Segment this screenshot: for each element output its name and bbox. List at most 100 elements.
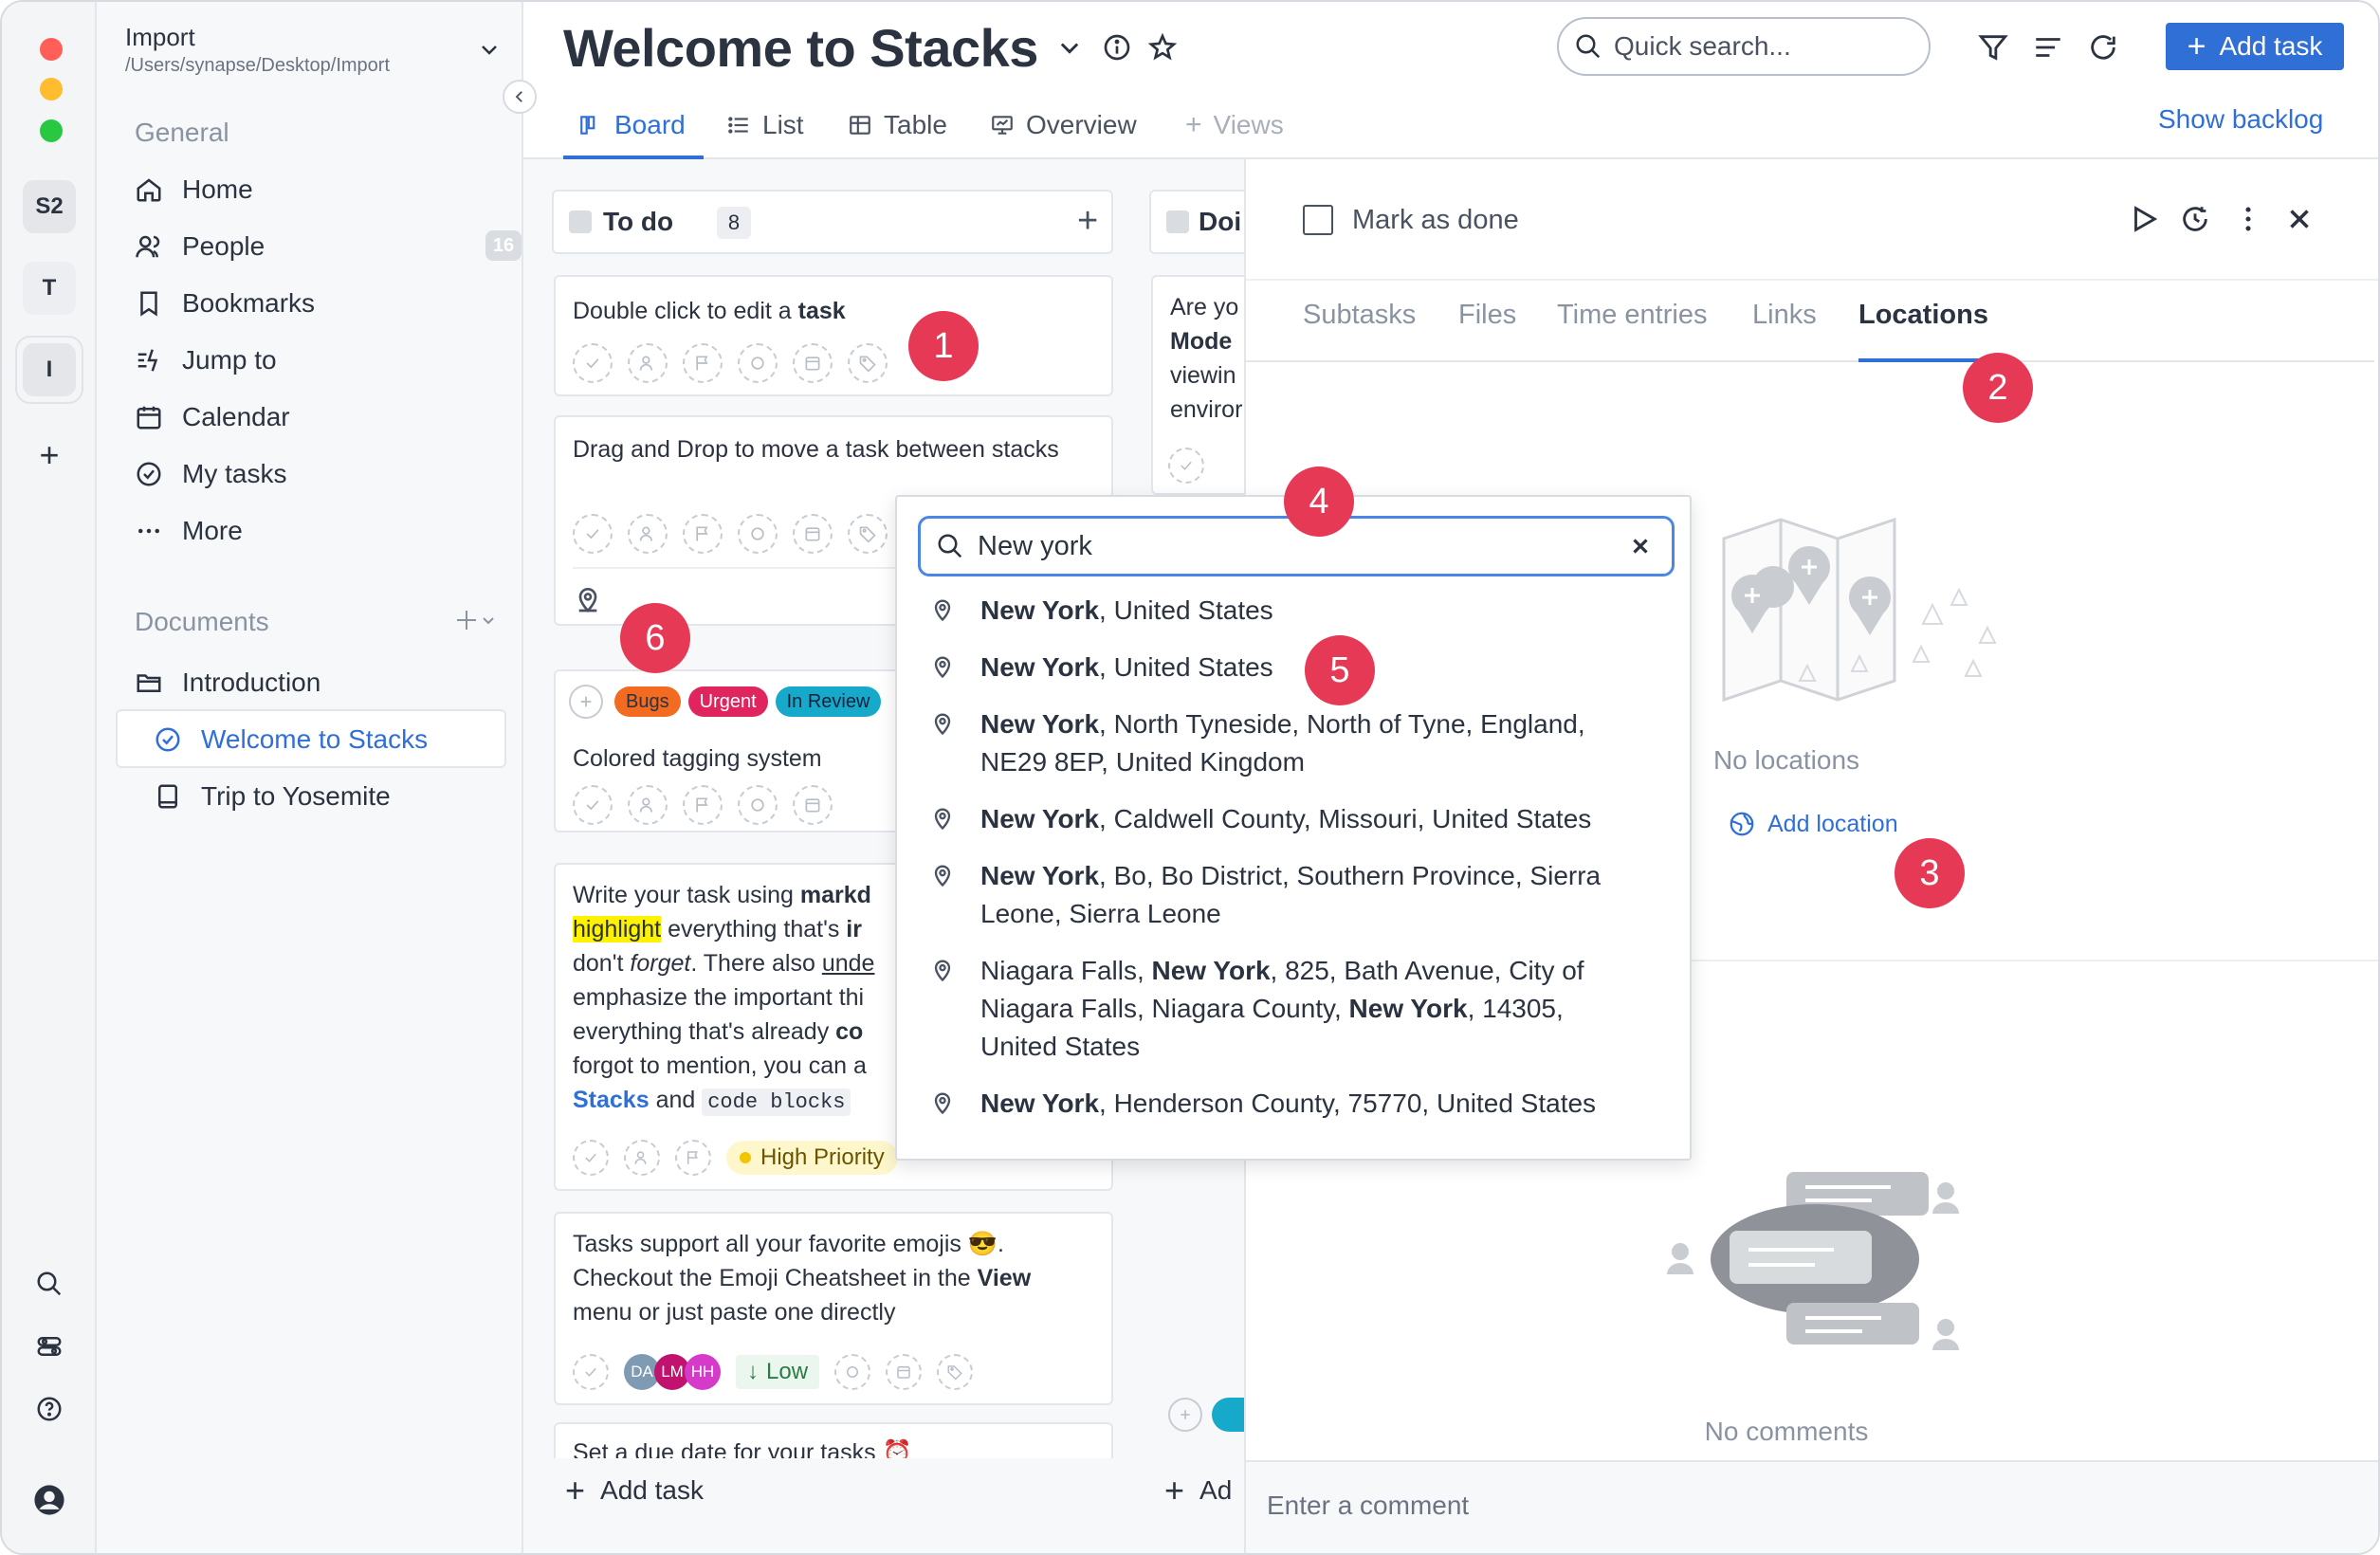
sidebar-item-my-tasks[interactable]: My tasks [133, 449, 493, 499]
user-avatar-icon[interactable] [30, 1481, 68, 1519]
tag-icon[interactable] [848, 514, 888, 554]
complete-icon[interactable] [573, 1140, 609, 1176]
tab-time-entries[interactable]: Time entries [1557, 300, 1707, 331]
minimize-window-button[interactable] [40, 78, 63, 101]
tag-in-review[interactable]: In Review [775, 686, 882, 717]
priority-flag-icon[interactable] [683, 785, 723, 825]
show-backlog-link[interactable]: Show backlog [2158, 104, 2323, 135]
help-icon[interactable] [30, 1390, 68, 1428]
md-link[interactable]: Stacks [573, 1087, 650, 1113]
sort-icon[interactable] [2027, 27, 2069, 68]
column-title[interactable]: Doi [1199, 207, 1241, 237]
timer-icon[interactable] [2179, 203, 2211, 235]
star-icon[interactable] [1147, 32, 1178, 63]
clear-search-icon[interactable] [1628, 534, 1653, 558]
more-vertical-icon[interactable] [2232, 203, 2264, 235]
assign-user-icon[interactable] [628, 514, 668, 554]
filter-icon[interactable] [1972, 27, 2014, 68]
workspace-t[interactable]: T [23, 262, 76, 315]
location-result[interactable]: Niagara Falls, New York, 825, Bath Avenu… [929, 952, 1669, 1066]
comment-input[interactable]: Enter a comment [1267, 1491, 1469, 1521]
due-date-icon[interactable] [793, 343, 833, 383]
add-task-button[interactable]: + Add task [2166, 23, 2344, 70]
location-search-input[interactable]: New york [978, 531, 1092, 562]
zoom-window-button[interactable] [40, 119, 63, 142]
complete-icon[interactable] [573, 514, 613, 554]
project-name[interactable]: Import [125, 23, 195, 52]
refresh-icon[interactable] [2082, 27, 2124, 68]
task-card[interactable]: Double click to edit a task [554, 275, 1113, 396]
document-welcome-to-stacks[interactable]: Welcome to Stacks [152, 715, 493, 764]
location-result[interactable]: New York, United States [929, 649, 1669, 686]
play-icon[interactable] [2128, 203, 2160, 235]
assign-user-icon[interactable] [628, 343, 668, 383]
location-result[interactable]: New York, Bo, Bo District, Southern Prov… [929, 857, 1669, 933]
tab-overview[interactable]: Overview [990, 102, 1137, 148]
add-tag-icon[interactable] [1168, 1398, 1202, 1432]
tab-files[interactable]: Files [1458, 300, 1516, 331]
assign-user-icon[interactable] [628, 785, 668, 825]
sidebar-item-jump-to[interactable]: Jump to [133, 336, 493, 385]
sidebar-item-calendar[interactable]: Calendar [133, 393, 493, 442]
close-icon[interactable] [2283, 203, 2316, 235]
sidebar-item-people[interactable]: People 16 [133, 222, 522, 271]
due-date-icon[interactable] [886, 1354, 923, 1390]
mark-done-checkbox[interactable] [1303, 205, 1333, 235]
tab-views[interactable]: + Views [1185, 102, 1284, 148]
sidebar-item-bookmarks[interactable]: Bookmarks [133, 279, 493, 328]
add-card-button[interactable]: + [1077, 201, 1098, 242]
tag-urgent[interactable]: Urgent [687, 686, 768, 717]
complete-icon[interactable] [573, 343, 613, 383]
mark-done-label[interactable]: Mark as done [1352, 205, 1519, 236]
tab-list[interactable]: List [726, 102, 804, 148]
document-trip-to-yosemite[interactable]: Trip to Yosemite [152, 772, 493, 821]
location-result[interactable]: New York, Caldwell County, Missouri, Uni… [929, 800, 1669, 838]
assign-user-icon[interactable] [624, 1140, 660, 1176]
document-introduction[interactable]: Introduction [133, 658, 493, 707]
priority-badge-low[interactable]: ↓ Low [736, 1355, 820, 1389]
add-workspace-button[interactable]: + [30, 435, 68, 474]
complete-icon[interactable] [573, 785, 613, 825]
tag-bugs[interactable]: Bugs [614, 686, 681, 717]
tab-board[interactable]: Board [578, 102, 686, 148]
add-tag-icon[interactable] [569, 685, 603, 719]
column-title[interactable]: To do [603, 207, 673, 237]
location-result[interactable]: New York, North Tyneside, North of Tyne,… [929, 705, 1669, 781]
tag-icon[interactable] [937, 1354, 974, 1390]
sidebar-item-home[interactable]: Home [133, 165, 493, 214]
priority-flag-icon[interactable] [683, 514, 723, 554]
tab-table[interactable]: Table [848, 102, 947, 148]
workspace-i[interactable]: I [23, 343, 76, 396]
due-date-icon[interactable] [793, 785, 833, 825]
priority-flag-icon[interactable] [675, 1140, 711, 1176]
location-result[interactable]: New York, Henderson County, 75770, Unite… [929, 1085, 1669, 1123]
chevron-down-icon[interactable] [478, 38, 501, 61]
tab-locations[interactable]: Locations [1858, 300, 1988, 331]
title-chevron-down-icon[interactable] [1056, 34, 1083, 61]
search-icon[interactable] [30, 1265, 68, 1303]
due-date-icon[interactable] [793, 514, 833, 554]
priority-flag-icon[interactable] [683, 343, 723, 383]
status-icon[interactable] [834, 1354, 871, 1390]
tab-subtasks[interactable]: Subtasks [1303, 300, 1416, 331]
location-pin-icon[interactable] [573, 584, 603, 614]
status-icon[interactable] [738, 785, 778, 825]
sidebar-item-more[interactable]: More [133, 506, 493, 556]
status-icon[interactable] [738, 343, 778, 383]
quick-search-box[interactable]: Quick search... [1557, 17, 1931, 76]
status-icon[interactable] [738, 514, 778, 554]
quick-search-input[interactable]: Quick search... [1614, 31, 1791, 62]
add-task-footer-button[interactable]: + Add task [565, 1473, 704, 1508]
location-result[interactable]: New York, United States [929, 592, 1669, 630]
settings-toggle-icon[interactable] [30, 1327, 68, 1365]
tab-links[interactable]: Links [1752, 300, 1817, 331]
assignee-avatars[interactable]: DA LM HH [624, 1354, 721, 1390]
add-document-button[interactable] [455, 605, 504, 635]
add-task-footer-button-col2[interactable]: + Ad [1164, 1473, 1232, 1508]
workspace-s2[interactable]: S2 [23, 180, 76, 233]
task-card[interactable]: Tasks support all your favorite emojis 😎… [554, 1212, 1113, 1405]
info-icon[interactable] [1102, 32, 1132, 63]
complete-icon[interactable] [1168, 448, 1204, 484]
complete-icon[interactable] [573, 1354, 609, 1390]
tag-icon[interactable] [848, 343, 888, 383]
